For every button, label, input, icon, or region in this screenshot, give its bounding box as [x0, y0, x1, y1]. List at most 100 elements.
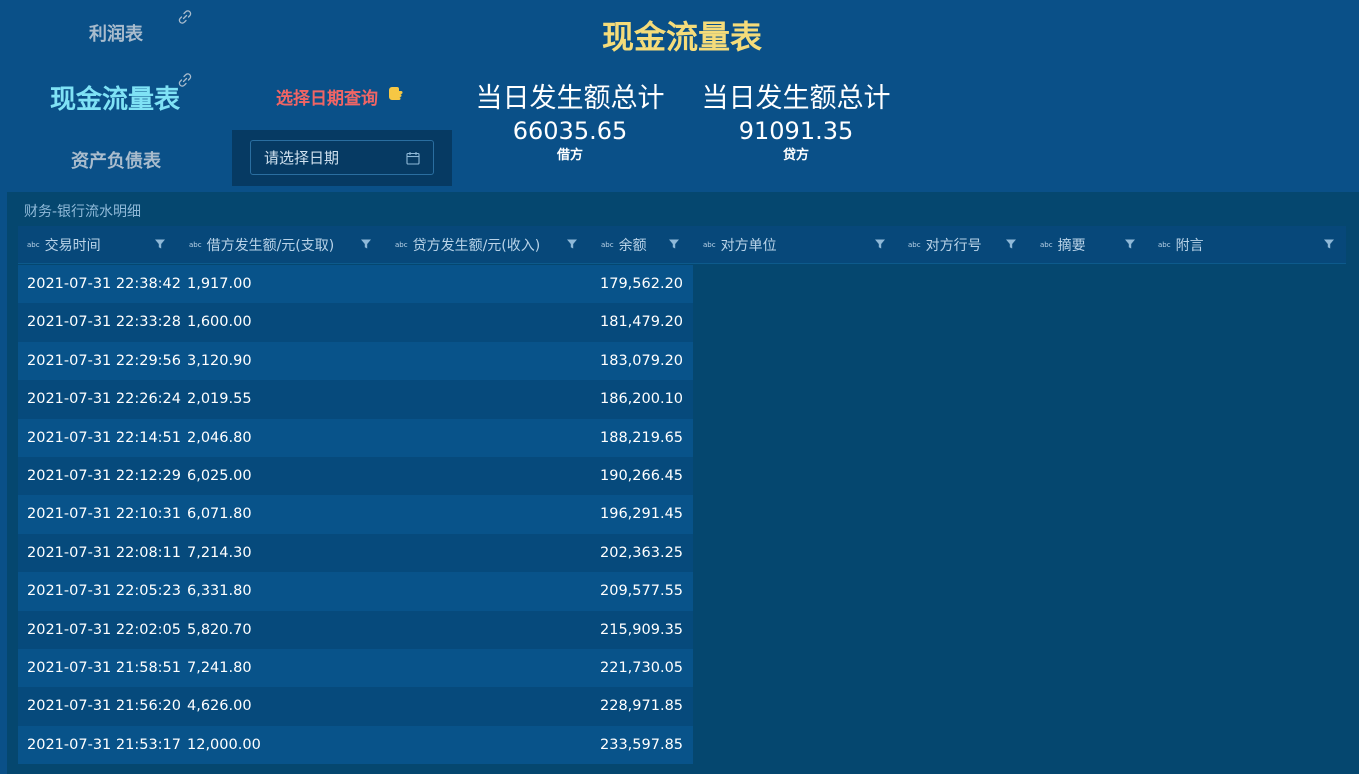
- column-header-label: 对方行号: [925, 238, 982, 254]
- nav-balance-sheet[interactable]: 资产负债表: [71, 147, 161, 173]
- link-icon: [177, 9, 193, 25]
- cell-time: 2021-07-31 22:02:05: [27, 621, 181, 638]
- filter-icon[interactable]: [1124, 238, 1136, 250]
- cell-time: 2021-07-31 22:14:51: [27, 429, 181, 446]
- column-header-summary[interactable]: abc 摘要: [1031, 226, 1149, 264]
- column-header-credit[interactable]: abc 贷方发生额/元(收入): [386, 226, 592, 264]
- filter-icon[interactable]: [360, 238, 372, 250]
- table-row[interactable]: 2021-07-31 22:08:11 7,214.30 202,363.25: [18, 533, 693, 573]
- cell-debit: 1,600.00: [187, 314, 252, 331]
- page-title: 现金流量表: [601, 18, 762, 56]
- text-type-icon: abc: [1158, 241, 1171, 249]
- table-row[interactable]: 2021-07-31 22:26:24 2,019.55 186,200.10: [18, 380, 693, 419]
- stat-debit-total: 当日发生额总计 66035.65 借方: [470, 82, 670, 166]
- cell-balance: 183,079.20: [600, 352, 684, 369]
- text-type-icon: abc: [395, 241, 408, 249]
- text-type-icon: abc: [601, 241, 614, 249]
- text-type-icon: abc: [189, 241, 202, 249]
- table-row[interactable]: 2021-07-31 21:58:51 7,241.80 221,730.05: [18, 648, 693, 688]
- table-row[interactable]: 2021-07-31 22:14:51 2,046.80 188,219.65: [18, 418, 693, 457]
- stat-value: 91091.35: [738, 117, 854, 145]
- cell-debit: 7,241.80: [187, 659, 252, 676]
- cell-time: 2021-07-31 22:12:29: [27, 467, 181, 484]
- cell-balance: 209,577.55: [600, 583, 684, 600]
- cell-debit: 12,000.00: [187, 736, 261, 753]
- table-row[interactable]: 2021-07-31 22:10:31 6,071.80 196,291.45: [18, 495, 693, 534]
- cell-time: 2021-07-31 22:26:24: [27, 391, 181, 408]
- column-header-postscript[interactable]: abc 附言: [1149, 226, 1346, 264]
- text-type-icon: abc: [27, 241, 40, 249]
- date-picker-input[interactable]: 请选择日期: [250, 140, 434, 175]
- column-header-label: 摘要: [1057, 238, 1086, 254]
- column-header-balance[interactable]: abc 余额: [592, 226, 694, 264]
- filter-icon[interactable]: [566, 238, 578, 250]
- cell-debit: 5,820.70: [187, 621, 252, 638]
- cell-debit: 6,331.80: [187, 583, 252, 600]
- nav-profit-statement[interactable]: 利润表: [89, 20, 143, 46]
- nav-cash-flow-statement[interactable]: 现金流量表: [50, 79, 180, 116]
- filter-icon[interactable]: [874, 238, 886, 250]
- cell-debit: 6,071.80: [187, 506, 252, 523]
- cell-balance: 179,562.20: [600, 276, 684, 292]
- calendar-icon[interactable]: [405, 150, 421, 166]
- table-row[interactable]: 2021-07-31 22:12:29 6,025.00 190,266.45: [18, 456, 693, 496]
- table-body: 2021-07-31 22:38:42 1,917.00 179,562.20 20…: [18, 265, 693, 765]
- stat-title: 当日发生额总计: [475, 83, 665, 114]
- column-header-label: 对方单位: [720, 238, 777, 254]
- cell-time: 2021-07-31 22:08:11: [27, 544, 181, 561]
- stat-title: 当日发生额总计: [701, 83, 891, 114]
- link-icon: [177, 72, 193, 88]
- filter-icon[interactable]: [1323, 238, 1335, 250]
- date-picker-placeholder: 请选择日期: [264, 149, 340, 167]
- table-row[interactable]: 2021-07-31 22:02:05 5,820.70 215,909.35: [18, 610, 693, 649]
- pointing-down-hand-icon: [386, 84, 406, 104]
- stat-credit-total: 当日发生额总计 91091.35 贷方: [696, 82, 896, 166]
- column-header-time[interactable]: abc 交易时间: [18, 226, 180, 264]
- cell-debit: 7,214.30: [187, 544, 252, 561]
- column-header-counterparty[interactable]: abc 对方单位: [694, 226, 899, 264]
- cell-time: 2021-07-31 21:58:51: [27, 659, 181, 676]
- text-type-icon: abc: [908, 241, 921, 249]
- column-header-bank-code[interactable]: abc 对方行号: [899, 226, 1031, 264]
- cell-balance: 196,291.45: [600, 506, 684, 523]
- cell-balance: 215,909.35: [600, 621, 684, 638]
- stat-sub-label: 借方: [556, 148, 583, 163]
- date-panel: 请选择日期: [232, 130, 452, 186]
- text-type-icon: abc: [703, 241, 716, 249]
- table-row[interactable]: 2021-07-31 21:56:20 4,626.00 228,971.85: [18, 687, 693, 726]
- table-header: abc 交易时间 abc 借方发生额/元(支取) abc 贷方发生额/元(收入)…: [18, 226, 1346, 264]
- cell-balance: 181,479.20: [600, 314, 684, 331]
- cell-debit: 1,917.00: [187, 276, 252, 292]
- column-header-label: 贷方发生额/元(收入): [412, 238, 541, 254]
- table-row[interactable]: 2021-07-31 22:33:28 1,600.00 181,479.20: [18, 303, 693, 342]
- column-header-label: 余额: [618, 238, 647, 254]
- filter-icon[interactable]: [154, 238, 166, 250]
- cell-debit: 4,626.00: [187, 698, 252, 715]
- cell-balance: 190,266.45: [600, 467, 684, 484]
- column-header-label: 附言: [1175, 238, 1204, 254]
- date-query-label: 选择日期查询: [276, 89, 378, 109]
- text-type-icon: abc: [1040, 241, 1053, 249]
- column-header-debit[interactable]: abc 借方发生额/元(支取): [180, 226, 386, 264]
- filter-icon[interactable]: [668, 238, 680, 250]
- filter-icon[interactable]: [1005, 238, 1017, 250]
- cell-balance: 186,200.10: [600, 391, 684, 408]
- cell-time: 2021-07-31 22:33:28: [27, 314, 181, 331]
- cell-balance: 221,730.05: [600, 659, 684, 676]
- cell-time: 2021-07-31 22:38:42: [27, 276, 181, 292]
- table-row[interactable]: 2021-07-31 22:29:56 3,120.90 183,079.20: [18, 341, 693, 381]
- cell-debit: 2,046.80: [187, 429, 252, 446]
- cell-time: 2021-07-31 21:53:17: [27, 736, 181, 753]
- cell-debit: 3,120.90: [187, 352, 252, 369]
- table-row[interactable]: 2021-07-31 21:53:17 12,000.00 233,597.85: [18, 725, 693, 765]
- table-row[interactable]: 2021-07-31 22:38:42 1,917.00 179,562.20: [18, 265, 693, 304]
- bank-statement-table-card: 财务-银行流水明细 abc 交易时间 abc 借方发生额/元(支取) abc 贷…: [7, 192, 1359, 774]
- column-header-label: 交易时间: [44, 238, 101, 254]
- table-row[interactable]: 2021-07-31 22:05:23 6,331.80 209,577.55: [18, 572, 693, 611]
- cell-balance: 233,597.85: [600, 736, 684, 753]
- cell-time: 2021-07-31 22:10:31: [27, 506, 181, 523]
- table-title: 财务-银行流水明细: [24, 204, 142, 220]
- cell-balance: 228,971.85: [600, 698, 684, 715]
- column-header-label: 借方发生额/元(支取): [206, 238, 335, 254]
- cell-balance: 202,363.25: [600, 544, 684, 561]
